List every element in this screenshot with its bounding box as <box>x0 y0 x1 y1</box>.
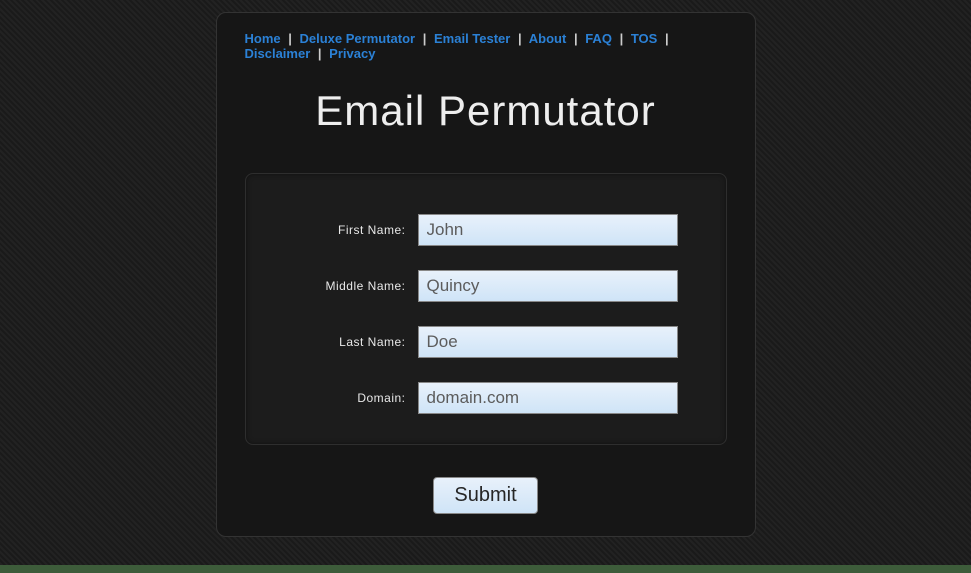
nav-sep: | <box>318 46 322 61</box>
domain-label: Domain: <box>276 391 406 405</box>
last-name-label: Last Name: <box>276 335 406 349</box>
row-domain: Domain: <box>276 382 696 414</box>
nav-disclaimer[interactable]: Disclaimer <box>245 46 311 61</box>
row-first-name: First Name: <box>276 214 696 246</box>
nav-sep: | <box>665 31 669 46</box>
nav-home[interactable]: Home <box>245 31 281 46</box>
nav-sep: | <box>574 31 578 46</box>
nav-privacy[interactable]: Privacy <box>329 46 375 61</box>
nav-sep: | <box>288 31 292 46</box>
nav-faq[interactable]: FAQ <box>585 31 612 46</box>
nav-sep: | <box>620 31 624 46</box>
last-name-input[interactable] <box>418 326 678 358</box>
form-box: First Name: Middle Name: Last Name: Doma… <box>245 173 727 445</box>
main-panel: Home | Deluxe Permutator | Email Tester … <box>216 12 756 537</box>
bottom-bar <box>0 565 971 573</box>
submit-button[interactable]: Submit <box>433 477 537 514</box>
middle-name-label: Middle Name: <box>276 279 406 293</box>
middle-name-input[interactable] <box>418 270 678 302</box>
nav-deluxe-permutator[interactable]: Deluxe Permutator <box>300 31 416 46</box>
nav-sep: | <box>423 31 427 46</box>
nav-tos[interactable]: TOS <box>631 31 658 46</box>
submit-wrap: Submit <box>245 477 727 514</box>
top-nav: Home | Deluxe Permutator | Email Tester … <box>245 31 727 61</box>
row-middle-name: Middle Name: <box>276 270 696 302</box>
row-last-name: Last Name: <box>276 326 696 358</box>
nav-email-tester[interactable]: Email Tester <box>434 31 510 46</box>
nav-about[interactable]: About <box>529 31 567 46</box>
nav-sep: | <box>518 31 522 46</box>
first-name-label: First Name: <box>276 223 406 237</box>
page-title: Email Permutator <box>245 87 727 135</box>
domain-input[interactable] <box>418 382 678 414</box>
first-name-input[interactable] <box>418 214 678 246</box>
